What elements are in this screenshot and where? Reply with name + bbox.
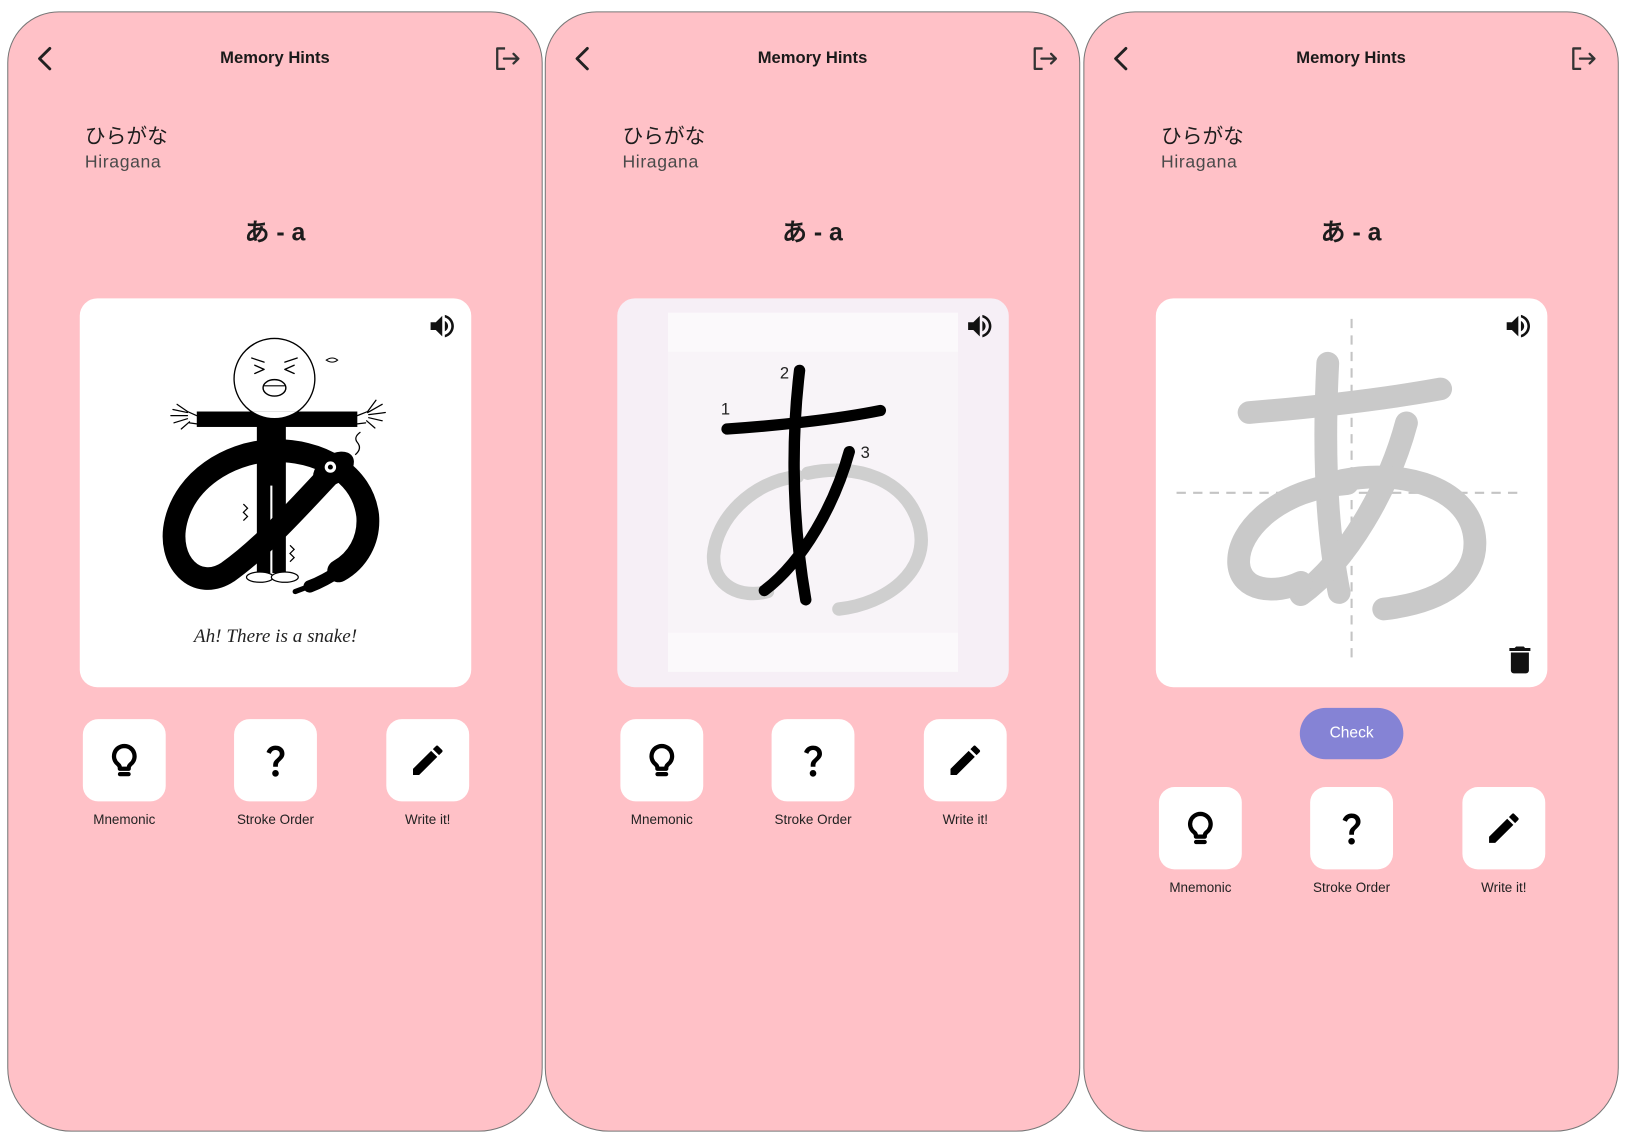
mnemonic-button[interactable] xyxy=(82,719,166,802)
lightbulb-icon xyxy=(111,743,137,777)
question-mark-icon xyxy=(266,745,285,777)
stroke-order-card: 1 2 3 xyxy=(617,298,1009,688)
speaker-icon xyxy=(430,314,454,338)
page-title: Memory Hints xyxy=(757,49,868,67)
pencil-icon xyxy=(1489,813,1519,843)
stroke-number-2: 2 xyxy=(780,365,789,383)
character-label: あ - a xyxy=(1320,219,1382,247)
character-label: あ - a xyxy=(244,219,306,247)
screen-mnemonic: Memory Hints ひらがな Hiragana あ - a Ah! The… xyxy=(7,11,543,1132)
script-name-romaji: Hiragana xyxy=(84,152,162,172)
pencil-icon xyxy=(412,745,443,775)
logout-icon xyxy=(1033,47,1058,70)
play-audio-button[interactable] xyxy=(427,311,458,342)
exit-button[interactable] xyxy=(1569,44,1598,73)
man-head xyxy=(233,337,339,420)
writing-canvas[interactable] xyxy=(1155,298,1548,688)
page-title: Memory Hints xyxy=(220,49,330,67)
exit-button[interactable] xyxy=(493,44,522,73)
play-audio-button[interactable] xyxy=(964,311,995,342)
speaker-icon xyxy=(1506,314,1530,338)
check-button[interactable]: Check xyxy=(1299,707,1404,760)
character-label: あ - a xyxy=(782,219,843,247)
mnemonic-button-label: Mnemonic xyxy=(1169,879,1232,896)
trash-icon xyxy=(1509,646,1531,674)
mnemonic-button[interactable] xyxy=(620,719,704,802)
stroke-order-button-label: Stroke Order xyxy=(236,811,315,828)
script-name-native: ひらがな xyxy=(1161,125,1244,149)
mnemonic-caption: Ah! There is a snake! xyxy=(193,626,358,648)
play-audio-button[interactable] xyxy=(1503,311,1534,342)
write-it-button-label: Write it! xyxy=(405,811,451,828)
write-it-button[interactable] xyxy=(386,719,470,802)
stroke-number-3: 3 xyxy=(861,444,870,462)
stroke-number-1: 1 xyxy=(721,401,730,419)
stroke-order-button-label: Stroke Order xyxy=(774,811,852,828)
logout-icon xyxy=(496,47,520,70)
write-it-button-label: Write it! xyxy=(942,811,988,828)
clear-canvas-button[interactable] xyxy=(1506,645,1534,675)
stroke-order-button[interactable] xyxy=(1310,787,1394,870)
stroke-order-button[interactable] xyxy=(234,719,317,802)
lightbulb-icon xyxy=(1187,811,1213,845)
screen-write-it: Memory Hints ひらがな Hiragana あ - a Check M… xyxy=(1083,11,1619,1132)
script-name-romaji: Hiragana xyxy=(622,152,699,172)
script-name-native: ひらがな xyxy=(84,125,168,149)
stroke-order-button-label: Stroke Order xyxy=(1313,879,1391,896)
question-mark-icon xyxy=(1342,813,1361,845)
tracing-guide xyxy=(1176,318,1525,665)
mnemonic-button[interactable] xyxy=(1158,787,1242,870)
speaker-icon xyxy=(968,314,992,338)
stroke-order-frame xyxy=(668,312,959,672)
stroke-order-diagram: 1 2 3 xyxy=(668,312,959,672)
write-it-button-label: Write it! xyxy=(1481,879,1527,896)
guide-character xyxy=(1227,351,1487,621)
mnemonic-button-label: Mnemonic xyxy=(630,811,693,828)
mnemonic-card: Ah! There is a snake! xyxy=(79,298,472,688)
logout-icon xyxy=(1572,47,1596,70)
mnemonic-button-label: Mnemonic xyxy=(93,811,156,828)
question-mark-icon xyxy=(804,745,822,777)
write-it-button[interactable] xyxy=(1462,787,1546,870)
exit-button[interactable] xyxy=(1031,44,1060,73)
pencil-icon xyxy=(950,745,981,775)
lightbulb-icon xyxy=(649,743,675,777)
script-name-native: ひらがな xyxy=(622,125,706,149)
script-name-romaji: Hiragana xyxy=(1161,152,1238,172)
screen-stroke-order: Memory Hints ひらがな Hiragana あ - a 1 2 3 M… xyxy=(544,11,1081,1132)
stroke-order-button[interactable] xyxy=(771,719,855,802)
page-title: Memory Hints xyxy=(1296,49,1406,67)
write-it-button[interactable] xyxy=(923,719,1007,802)
